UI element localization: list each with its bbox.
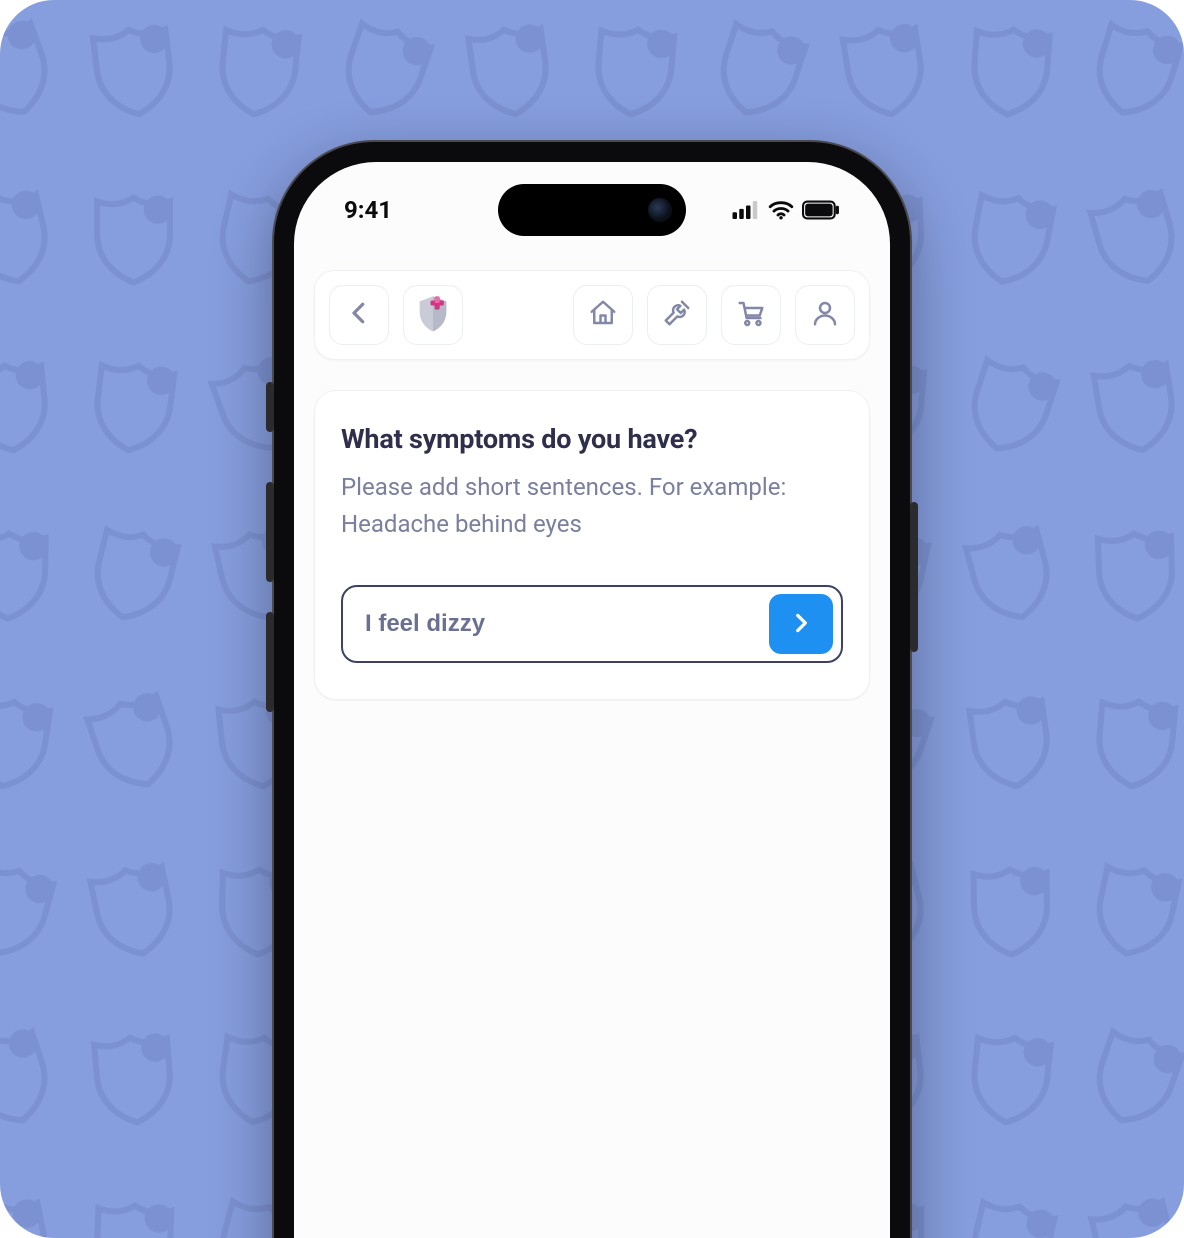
dynamic-island — [498, 184, 686, 236]
submit-button[interactable] — [769, 594, 833, 654]
tools-icon — [662, 298, 692, 332]
person-icon — [810, 298, 840, 332]
symptom-input-row — [341, 585, 843, 663]
status-indicators — [732, 200, 840, 220]
chevron-right-icon — [788, 610, 814, 639]
nav-cart-button[interactable] — [721, 285, 781, 345]
app-content: What symptoms do you have? Please add sh… — [294, 270, 890, 1238]
nav-home-button[interactable] — [573, 285, 633, 345]
nav-tools-button[interactable] — [647, 285, 707, 345]
question-subtitle: Please add short sentences. For example:… — [341, 469, 843, 543]
app-logo-button[interactable] — [403, 285, 463, 345]
status-time: 9:41 — [344, 196, 392, 224]
symptom-card: What symptoms do you have? Please add sh… — [314, 390, 870, 700]
shield-plus-logo-icon — [413, 293, 453, 337]
question-title: What symptoms do you have? — [341, 423, 843, 455]
cart-icon — [736, 298, 766, 332]
nav-profile-button[interactable] — [795, 285, 855, 345]
stage-background: 9:41 — [0, 0, 1184, 1238]
home-icon — [588, 298, 618, 332]
phone-screen: 9:41 — [294, 162, 890, 1238]
chevron-left-icon — [344, 298, 374, 332]
phone-power-button — [910, 502, 918, 652]
back-button[interactable] — [329, 285, 389, 345]
battery-icon — [802, 200, 840, 220]
wifi-icon — [768, 200, 794, 220]
top-nav — [314, 270, 870, 360]
phone-frame: 9:41 — [274, 142, 910, 1238]
phone-side-button — [266, 382, 274, 432]
front-camera — [648, 198, 672, 222]
cellular-signal-icon — [732, 201, 760, 219]
phone-volume-up — [266, 482, 274, 582]
phone-volume-down — [266, 612, 274, 712]
symptom-input[interactable] — [365, 610, 757, 638]
